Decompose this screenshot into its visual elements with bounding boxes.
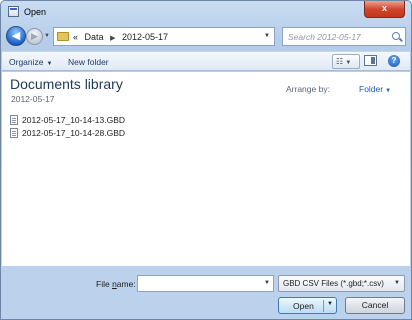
file-pane: Documents library 2012-05-17 Arrange by:… — [2, 72, 410, 266]
window-title: Open — [24, 7, 47, 17]
forward-button[interactable]: ▶ — [26, 28, 43, 45]
preview-pane-icon[interactable] — [364, 55, 377, 66]
address-row: ◀ ▶ ▼ « Data ▶ 2012-05-17 ▼ ↻ Search 201… — [1, 23, 411, 50]
file-icon — [10, 115, 18, 125]
arrange-by-value: Folder — [359, 84, 384, 94]
recent-pages-dropdown-icon[interactable]: ▼ — [44, 33, 50, 39]
breadcrumb-separator-icon[interactable]: ▶ — [110, 35, 115, 42]
search-icon[interactable] — [392, 32, 400, 40]
breadcrumb: « Data ▶ 2012-05-17 — [73, 32, 168, 42]
cancel-button[interactable]: Cancel — [345, 297, 405, 314]
chevron-down-icon: ▼ — [394, 280, 400, 286]
library-title: Documents library — [10, 76, 123, 92]
arrange-by-label: Arrange by: — [286, 84, 330, 94]
search-placeholder: Search 2012-05-17 — [288, 32, 361, 42]
new-folder-button[interactable]: New folder — [68, 57, 109, 67]
chevron-down-icon: ▼ — [345, 60, 352, 66]
search-input[interactable]: Search 2012-05-17 — [282, 27, 406, 46]
arrange-by-dropdown[interactable]: Folder ▼ — [359, 84, 391, 94]
file-type-select[interactable]: GBD CSV Files (*.gbd;*.csv) ▼ — [278, 275, 405, 292]
open-button[interactable]: Open ▼ — [278, 297, 337, 314]
address-dropdown-icon[interactable]: ▼ — [264, 33, 270, 39]
organize-label: Organize — [9, 57, 44, 67]
views-icon: ☷ — [336, 57, 344, 66]
file-list: 2012-05-17_10-14-13.GBD 2012-05-17_10-14… — [10, 114, 170, 140]
file-name-field[interactable]: ▼ — [137, 275, 274, 292]
chevron-down-icon: ▼ — [46, 61, 53, 67]
open-label: Open — [293, 301, 314, 311]
library-subtitle: 2012-05-17 — [11, 94, 55, 104]
window-icon — [8, 6, 19, 17]
file-name-label: File name: — [96, 279, 136, 289]
command-bar: Organize ▼ New folder ☷ ▼ ? — [2, 51, 410, 71]
file-name-label-pre: File — [96, 279, 113, 289]
address-bar[interactable]: « Data ▶ 2012-05-17 ▼ — [53, 27, 275, 46]
breadcrumb-item-data[interactable]: Data — [85, 32, 104, 42]
file-icon — [10, 128, 18, 138]
file-name: 2012-05-17_10-14-13.GBD — [22, 115, 126, 125]
folder-icon — [57, 32, 69, 41]
back-button[interactable]: ◀ — [6, 26, 26, 46]
file-name: 2012-05-17_10-14-28.GBD — [22, 128, 126, 138]
open-dialog: Open x ◀ ▶ ▼ « Data ▶ 2012-05-17 ▼ ↻ Sea… — [0, 0, 412, 320]
organize-menu[interactable]: Organize ▼ — [9, 57, 52, 67]
title-bar[interactable]: Open x — [1, 1, 411, 23]
split-divider — [323, 300, 324, 312]
list-item[interactable]: 2012-05-17_10-14-28.GBD — [10, 127, 170, 140]
chevron-down-icon[interactable]: ▼ — [327, 301, 333, 307]
file-name-label-post: ame: — [116, 279, 136, 289]
change-view-button[interactable]: ☷ ▼ — [332, 54, 360, 69]
breadcrumb-overflow[interactable]: « — [73, 32, 78, 42]
chevron-down-icon[interactable]: ▼ — [264, 280, 270, 286]
dialog-footer: File name: ▼ GBD CSV Files (*.gbd;*.csv)… — [2, 266, 410, 320]
list-item[interactable]: 2012-05-17_10-14-13.GBD — [10, 114, 170, 127]
help-icon[interactable]: ? — [388, 55, 400, 67]
chevron-down-icon: ▼ — [385, 88, 392, 94]
close-button[interactable]: x — [364, 1, 405, 18]
file-type-value: GBD CSV Files (*.gbd;*.csv) — [283, 279, 384, 288]
breadcrumb-item-date[interactable]: 2012-05-17 — [122, 32, 168, 42]
